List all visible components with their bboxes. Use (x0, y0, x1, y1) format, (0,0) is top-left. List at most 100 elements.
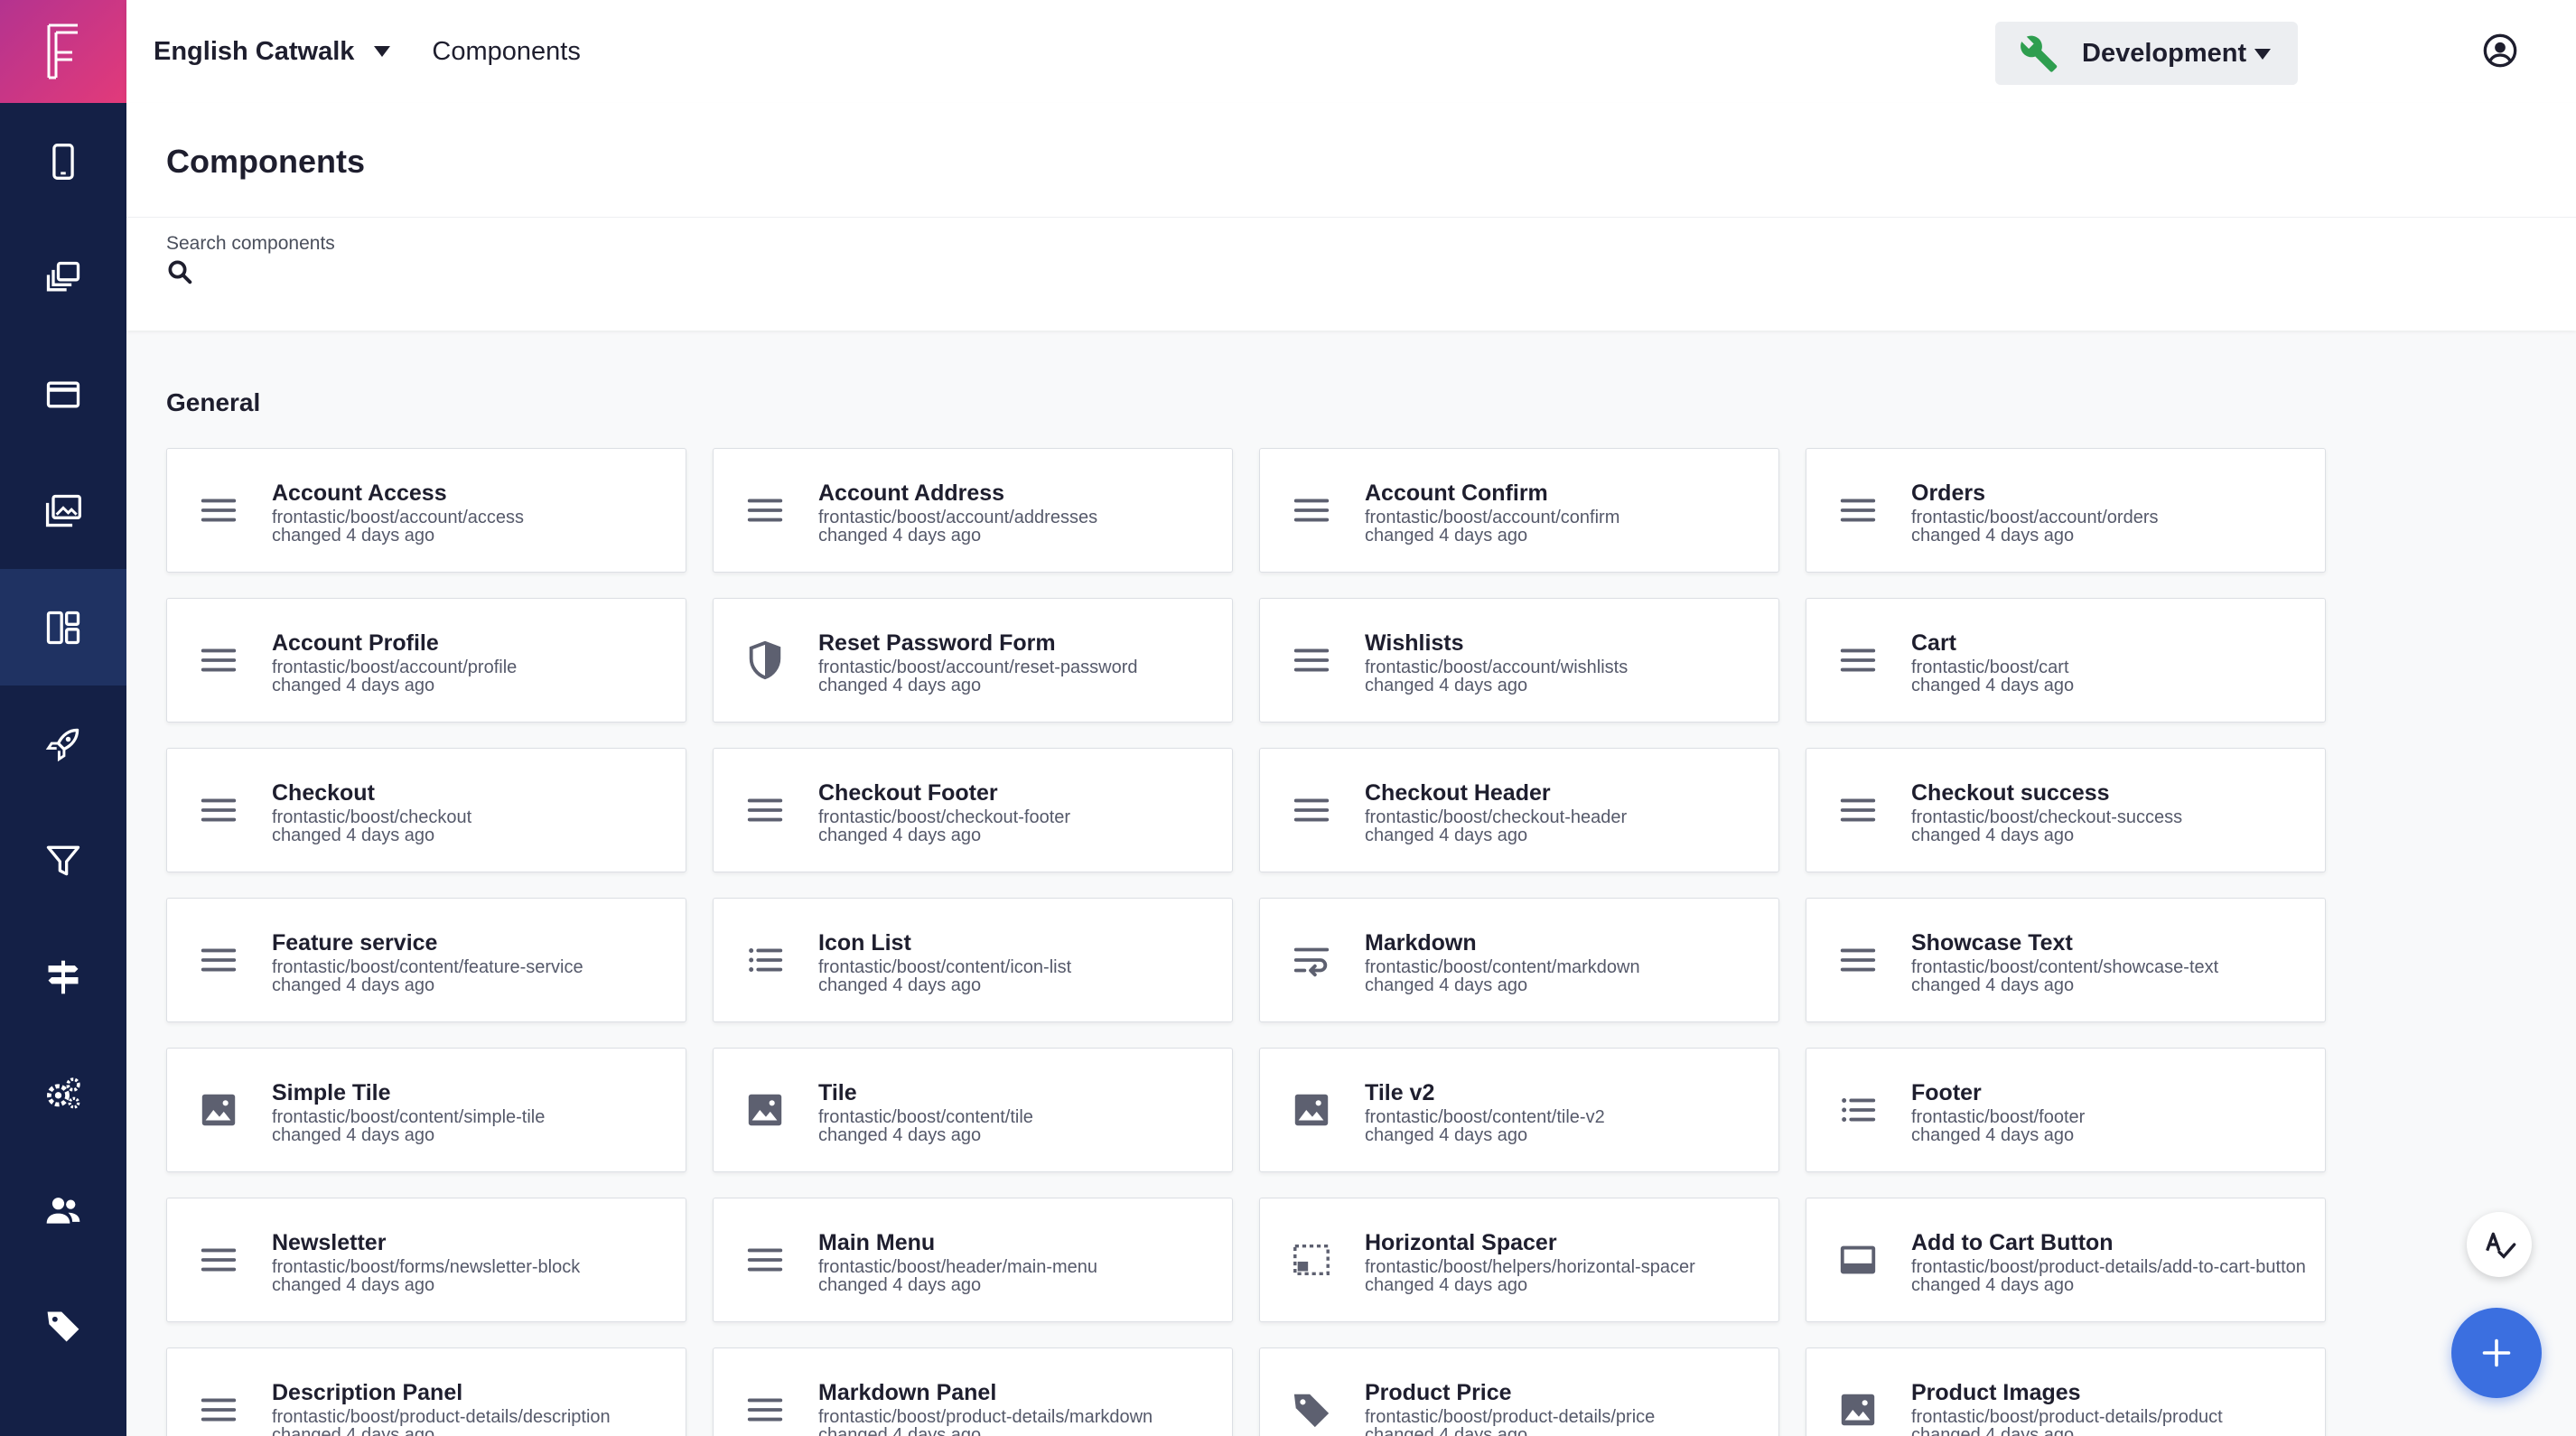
tag-icon (43, 1307, 83, 1347)
lines-icon (1291, 490, 1332, 531)
component-card[interactable]: Checkout success frontastic/boost/checko… (1806, 748, 2326, 872)
component-card[interactable]: Orders frontastic/boost/account/orders c… (1806, 448, 2326, 573)
component-card[interactable]: Reset Password Form frontastic/boost/acc… (713, 598, 1233, 723)
component-card[interactable]: Main Menu frontastic/boost/header/main-m… (713, 1198, 1233, 1322)
lines-icon (744, 1239, 786, 1281)
component-card[interactable]: Checkout Footer frontastic/boost/checkou… (713, 748, 1233, 872)
component-changed: changed 4 days ago (272, 975, 435, 995)
component-changed: changed 4 days ago (272, 1425, 435, 1436)
sidebar-item-filter[interactable] (0, 802, 126, 918)
component-card[interactable]: Newsletter frontastic/boost/forms/newsle… (166, 1198, 686, 1322)
lines-icon (1837, 639, 1879, 681)
sidebar-item-gears[interactable] (0, 1035, 126, 1152)
sidebar-item-users[interactable] (0, 1152, 126, 1268)
add-component-button[interactable] (2451, 1308, 2542, 1398)
tag-icon (1291, 1389, 1332, 1431)
environment-switcher[interactable]: Development (1995, 22, 2298, 85)
component-name: Icon List (818, 930, 911, 956)
component-path: frontastic/boost/checkout-success (1911, 807, 2183, 827)
sidebar-item-window[interactable] (0, 336, 126, 452)
component-card[interactable]: Markdown frontastic/boost/content/markdo… (1259, 898, 1779, 1022)
component-changed: changed 4 days ago (272, 1275, 435, 1295)
component-card[interactable]: Product Price frontastic/boost/product-d… (1259, 1347, 1779, 1436)
user-account-icon[interactable] (2482, 33, 2518, 69)
page-header: Components Search components (126, 103, 2576, 331)
component-card[interactable]: Account Access frontastic/boost/account/… (166, 448, 686, 573)
component-info: Checkout Header frontastic/boost/checkou… (1365, 779, 1760, 844)
sidebar-item-signpost[interactable] (0, 918, 126, 1035)
component-name: Checkout (272, 780, 375, 806)
component-name: Checkout success (1911, 780, 2110, 806)
component-info: Icon List frontastic/boost/content/icon-… (818, 929, 1214, 994)
lines-icon (198, 490, 239, 531)
lines-icon (198, 789, 239, 831)
component-name: Markdown (1365, 930, 1477, 956)
component-card[interactable]: Cart frontastic/boost/cart changed 4 day… (1806, 598, 2326, 723)
component-path: frontastic/boost/checkout (272, 807, 472, 827)
component-info: Showcase Text frontastic/boost/content/s… (1911, 929, 2307, 994)
logo-mark-icon (47, 23, 78, 79)
sidebar-item-mobile[interactable] (0, 103, 126, 219)
component-changed: changed 4 days ago (1365, 1425, 1528, 1436)
component-card[interactable]: Simple Tile frontastic/boost/content/sim… (166, 1048, 686, 1172)
component-card[interactable]: Account Address frontastic/boost/account… (713, 448, 1233, 573)
component-card[interactable]: Icon List frontastic/boost/content/icon-… (713, 898, 1233, 1022)
component-changed: changed 4 days ago (272, 1125, 435, 1145)
component-card[interactable]: Markdown Panel frontastic/boost/product-… (713, 1347, 1233, 1436)
component-changed: changed 4 days ago (1911, 975, 2075, 995)
component-name: Description Panel (272, 1380, 463, 1405)
image-icon (1837, 1389, 1879, 1431)
component-path: frontastic/boost/account/confirm (1365, 508, 1620, 527)
frontastic-logo[interactable] (0, 0, 126, 103)
lines-icon (1291, 789, 1332, 831)
component-card[interactable]: Wishlists frontastic/boost/account/wishl… (1259, 598, 1779, 723)
component-changed: changed 4 days ago (818, 526, 982, 545)
component-info: Checkout Footer frontastic/boost/checkou… (818, 779, 1214, 844)
lines-icon (744, 1389, 786, 1431)
component-changed: changed 4 days ago (818, 825, 982, 845)
search-input[interactable] (206, 251, 1290, 293)
sidebar-item-layers[interactable] (0, 219, 126, 336)
component-card[interactable]: Horizontal Spacer frontastic/boost/helpe… (1259, 1198, 1779, 1322)
component-path: frontastic/boost/content/feature-service (272, 957, 583, 977)
component-card[interactable]: Tile v2 frontastic/boost/content/tile-v2… (1259, 1048, 1779, 1172)
component-path: frontastic/boost/account/access (272, 508, 525, 527)
component-info: Cart frontastic/boost/cart changed 4 day… (1911, 629, 2307, 695)
search-icon (168, 260, 192, 284)
sidebar-item-rocket[interactable] (0, 685, 126, 802)
sidebar-item-dashboard[interactable] (0, 569, 126, 685)
component-card[interactable]: Checkout frontastic/boost/checkout chang… (166, 748, 686, 872)
component-path: frontastic/boost/account/addresses (818, 508, 1098, 527)
breadcrumb[interactable]: Components (432, 37, 580, 67)
component-info: Account Access frontastic/boost/account/… (272, 480, 667, 545)
component-changed: changed 4 days ago (272, 676, 435, 695)
project-switcher[interactable]: English Catwalk (154, 37, 391, 67)
component-card[interactable]: Add to Cart Button frontastic/boost/prod… (1806, 1198, 2326, 1322)
component-changed: changed 4 days ago (1365, 825, 1528, 845)
component-info: Tile frontastic/boost/content/tile chang… (818, 1079, 1214, 1144)
shield-icon (744, 639, 786, 681)
component-card[interactable]: Feature service frontastic/boost/content… (166, 898, 686, 1022)
component-changed: changed 4 days ago (272, 825, 435, 845)
bulleted-list-icon (744, 939, 786, 981)
component-card[interactable]: Checkout Header frontastic/boost/checkou… (1259, 748, 1779, 872)
wrench-icon (2021, 35, 2058, 72)
component-changed: changed 4 days ago (818, 1425, 982, 1436)
lines-icon (198, 939, 239, 981)
lines-icon (1291, 639, 1332, 681)
component-card[interactable]: Account Confirm frontastic/boost/account… (1259, 448, 1779, 573)
component-card[interactable]: Tile frontastic/boost/content/tile chang… (713, 1048, 1233, 1172)
component-info: Orders frontastic/boost/account/orders c… (1911, 480, 2307, 545)
component-card[interactable]: Description Panel frontastic/boost/produ… (166, 1347, 686, 1436)
component-card[interactable]: Product Images frontastic/boost/product-… (1806, 1347, 2326, 1436)
lines-icon (198, 1239, 239, 1281)
component-card[interactable]: Showcase Text frontastic/boost/content/s… (1806, 898, 2326, 1022)
component-card[interactable]: Footer frontastic/boost/footer changed 4… (1806, 1048, 2326, 1172)
sidebar-item-media[interactable] (0, 452, 126, 569)
component-info: Account Profile frontastic/boost/account… (272, 629, 667, 695)
sidebar-item-tag[interactable] (0, 1268, 126, 1385)
spellcheck-button[interactable] (2467, 1212, 2532, 1277)
component-path: frontastic/boost/content/tile (818, 1107, 1033, 1127)
lines-icon (744, 789, 786, 831)
component-card[interactable]: Account Profile frontastic/boost/account… (166, 598, 686, 723)
